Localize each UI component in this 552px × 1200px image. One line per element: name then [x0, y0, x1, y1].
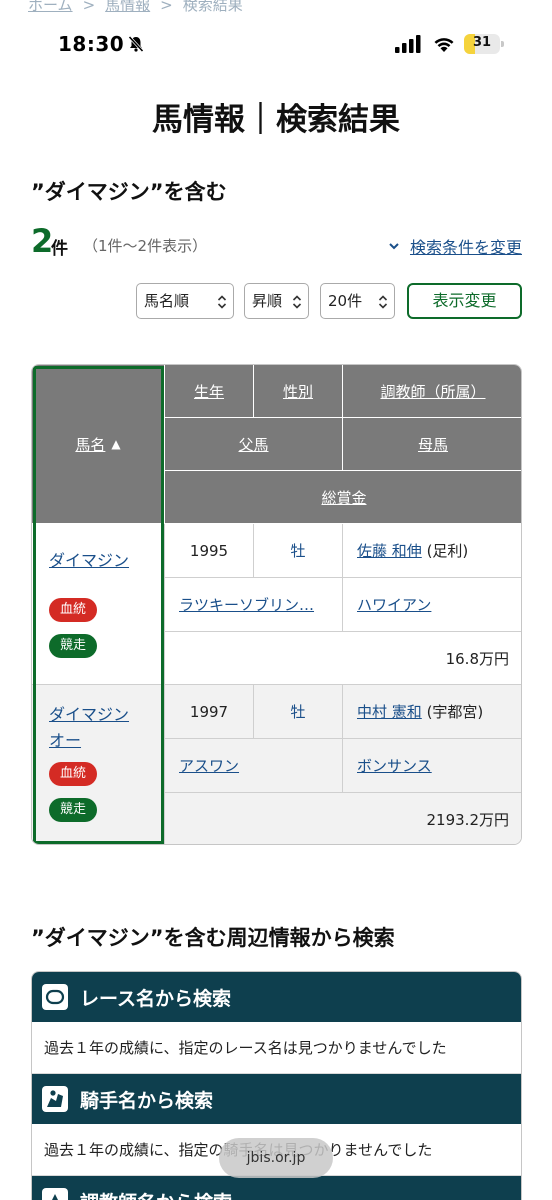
per-page-value: 20件	[328, 292, 363, 310]
sex-cell: 牡	[254, 685, 343, 739]
per-page-select[interactable]: 20件	[320, 283, 395, 319]
breadcrumb-home-link[interactable]: ホーム	[28, 0, 73, 14]
horse-name-link[interactable]: ダイマジン オー	[49, 702, 129, 754]
select-arrows-icon	[217, 295, 227, 309]
earnings-cell: 2193.2万円	[165, 793, 521, 844]
earnings-cell: 16.8万円	[165, 632, 521, 685]
battery-indicator: 31	[464, 34, 504, 54]
dam-link[interactable]: ボンサンス	[357, 755, 432, 776]
related-search-title: ”ダイマジン”を含む周辺情報から検索	[31, 926, 395, 950]
select-arrows-icon	[378, 295, 388, 309]
header-sire-label: 父馬	[238, 435, 269, 454]
page-title: 馬情報｜検索結果	[152, 102, 400, 138]
header-sex-label: 性別	[282, 382, 313, 401]
birth-year-cell: 1995	[165, 524, 254, 578]
horse-name-link[interactable]: ダイマジン	[49, 548, 129, 574]
jockey-icon	[42, 1086, 68, 1112]
header-name-label: 馬名	[75, 435, 106, 454]
order-select[interactable]: 昇順	[244, 283, 309, 319]
jockey-search-label: 騎手名から検索	[80, 1089, 214, 1112]
dam-cell: ハワイアン	[343, 578, 521, 632]
trainer-search-label: 調教師名から検索	[80, 1188, 232, 1200]
result-range: （1件～2件表示）	[83, 237, 208, 255]
trainer-cell: 佐藤 和伸 (足利)	[343, 524, 521, 578]
race-record-badge[interactable]: 競走	[49, 798, 98, 822]
sire-link[interactable]: アスワン	[179, 755, 239, 776]
chevron-down-icon	[389, 243, 399, 250]
trainer-search-header[interactable]: 調教師名から検索	[32, 1176, 521, 1200]
horse-name-line2: オー	[49, 731, 82, 750]
race-icon	[42, 984, 68, 1010]
header-birth-year[interactable]: 生年	[165, 365, 254, 418]
trainer-link[interactable]: 佐藤 和伸	[357, 540, 422, 561]
header-dam[interactable]: 母馬	[343, 418, 521, 471]
wifi-icon	[434, 38, 454, 52]
result-count-unit: 件	[51, 239, 68, 259]
breadcrumb-current: 検索結果	[182, 0, 243, 14]
pedigree-badge[interactable]: 血統	[49, 762, 98, 786]
header-birth-year-label: 生年	[193, 382, 224, 401]
jockey-search-header[interactable]: 騎手名から検索	[32, 1074, 521, 1124]
header-trainer-label: 調教師（所属）	[380, 382, 486, 401]
breadcrumb-separator: >	[160, 0, 173, 14]
change-conditions-link[interactable]: 検索条件を変更	[388, 234, 522, 258]
sex-cell: 牡	[254, 524, 343, 578]
sire-cell: ラツキーソブリン…	[165, 578, 343, 632]
select-arrows-icon	[292, 295, 302, 309]
table-row-name-cell: ダイマジン 血統 競走	[32, 524, 165, 685]
breadcrumb-horse-info-link[interactable]: 馬情報	[105, 0, 150, 14]
dam-cell: ボンサンス	[343, 739, 521, 793]
breadcrumb-separator: >	[82, 0, 96, 14]
cellular-signal-icon	[395, 35, 421, 53]
race-search-label: レース名から検索	[80, 987, 232, 1010]
race-record-badge[interactable]: 競走	[49, 634, 98, 658]
sire-link[interactable]: ラツキーソブリン…	[179, 594, 314, 615]
header-name[interactable]: 馬名 ▲	[32, 365, 165, 524]
trainer-affiliation: (足利)	[426, 542, 469, 560]
header-sex[interactable]: 性別	[254, 365, 343, 418]
change-conditions-label: 検索条件を変更	[409, 238, 522, 257]
trainer-link[interactable]: 中村 憲和	[357, 701, 422, 722]
query-heading: ”ダイマジン”を含む	[31, 180, 227, 204]
horse-name-line1: ダイマジン	[49, 705, 130, 724]
sort-ascending-icon: ▲	[111, 437, 121, 451]
breadcrumb: ホーム > 馬情報 > 検索結果	[28, 0, 243, 15]
status-time: 18:30	[58, 32, 125, 56]
order-value: 昇順	[252, 292, 283, 310]
header-dam-label: 母馬	[417, 435, 448, 454]
pedigree-badge[interactable]: 血統	[49, 598, 98, 622]
header-sire[interactable]: 父馬	[165, 418, 343, 471]
result-count: 2	[31, 222, 54, 260]
browser-url-bar[interactable]: jbis.or.jp	[219, 1138, 333, 1178]
sort-by-value: 馬名順	[144, 292, 190, 310]
sire-cell: アスワン	[165, 739, 343, 793]
race-search-message: 過去１年の成績に、指定のレース名は見つかりませんでした	[32, 1022, 521, 1074]
trainer-affiliation: (宇都宮)	[426, 703, 484, 721]
header-trainer[interactable]: 調教師（所属）	[343, 365, 521, 418]
trainer-cell: 中村 憲和 (宇都宮)	[343, 685, 521, 739]
battery-level: 31	[472, 35, 492, 50]
status-bar: 18:30 31	[0, 30, 552, 62]
table-row-name-cell: ダイマジンオー 血統 競走	[32, 685, 165, 844]
bell-muted-icon	[128, 35, 144, 53]
header-earnings-label: 総賞金	[321, 488, 367, 507]
trainer-icon	[42, 1188, 68, 1200]
race-search-header[interactable]: レース名から検索	[32, 972, 521, 1022]
dam-link[interactable]: ハワイアン	[357, 594, 431, 615]
results-summary: 2 件 （1件～2件表示） 検索条件を変更	[31, 222, 522, 262]
header-earnings[interactable]: 総賞金	[165, 471, 521, 524]
apply-display-button[interactable]: 表示変更	[407, 283, 522, 319]
birth-year-cell: 1997	[165, 685, 254, 739]
results-table: 馬名 ▲ 生年 性別 調教師（所属） 父馬 母馬 総賞金 ダイマジン 血統 競走 …	[31, 364, 522, 845]
sort-by-select[interactable]: 馬名順	[136, 283, 234, 319]
sort-controls: 馬名順 昇順 20件 表示変更	[0, 283, 552, 319]
